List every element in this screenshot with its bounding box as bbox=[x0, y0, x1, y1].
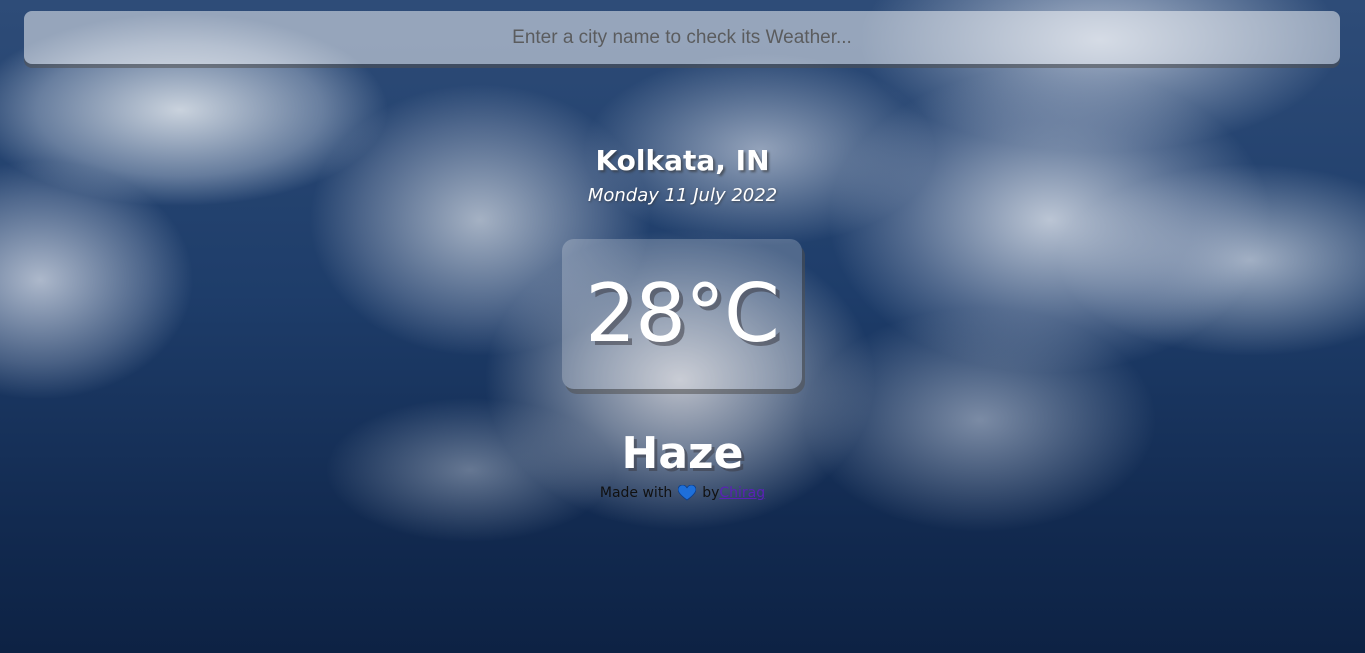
location-title: Kolkata, IN bbox=[595, 144, 770, 177]
temperature-value: 28°C bbox=[585, 267, 780, 360]
by-text: by bbox=[702, 485, 720, 501]
weather-condition: Haze bbox=[621, 428, 744, 479]
temperature-card: 28°C bbox=[562, 239, 802, 389]
heart-icon bbox=[677, 484, 697, 501]
city-search-input[interactable] bbox=[24, 11, 1340, 64]
current-date: Monday 11 July 2022 bbox=[587, 185, 778, 206]
made-with-text: Made with bbox=[599, 485, 673, 501]
author-link[interactable]: Chirag bbox=[719, 485, 765, 501]
footer-credit: Made with by Chirag bbox=[0, 484, 1365, 501]
